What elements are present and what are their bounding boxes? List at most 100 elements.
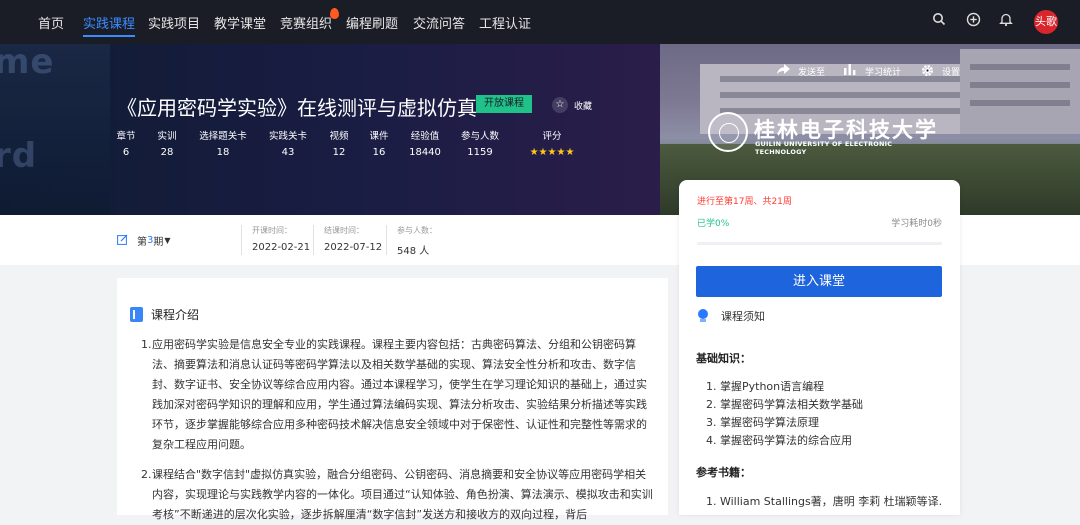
paragraph-number: 2. — [141, 468, 152, 481]
stat-label: 参与人数 — [460, 131, 499, 142]
learning-progress-bar — [697, 242, 942, 245]
paragraph-number: 1. — [141, 338, 152, 351]
stat-value: 18440 — [409, 147, 441, 158]
rating-label: 评分 — [542, 131, 562, 142]
nav-teaching-classroom[interactable]: 教学课堂 — [214, 0, 266, 44]
course-notice-link[interactable]: 课程须知 — [697, 308, 765, 324]
list-item: 4. 掌握密码学算法的综合应用 — [706, 434, 852, 447]
term-selector[interactable]: 第3期 ▼ — [117, 233, 171, 248]
list-item: 3. 掌握密码学算法原理 — [706, 416, 819, 429]
divider — [386, 225, 387, 255]
stat-participants: 参与人数 1159 — [458, 128, 502, 158]
end-date-label: 结课时间： — [324, 226, 364, 235]
open-course-badge: 开放课程 — [476, 95, 532, 113]
study-stats-button[interactable]: 学习统计 — [843, 64, 901, 78]
plus-circle-icon[interactable] — [964, 12, 982, 30]
list-item: 1. 掌握Python语言编程 — [706, 380, 825, 393]
nav-practice-projects[interactable]: 实践项目 — [148, 0, 200, 44]
divider — [241, 225, 242, 255]
settings-label: 设置 — [942, 67, 961, 78]
stat-videos: 视频 12 — [324, 128, 354, 158]
list-item: 2. 掌握密码学算法相关数学基础 — [706, 398, 863, 411]
nav-competition[interactable]: 竞赛组织 — [280, 0, 340, 44]
start-date-label: 开课时间： — [252, 226, 292, 235]
stat-label: 实训 — [157, 131, 177, 142]
lightbulb-icon — [697, 309, 709, 323]
paragraph-text: 应用密码学实验是信息安全专业的实践课程。课程主要内容包括：古典密码算法、分组和公… — [152, 338, 647, 451]
term-suffix: 期 — [153, 237, 164, 248]
nav-qa[interactable]: 交流问答 — [413, 0, 465, 44]
start-date-value: 2022-02-21 — [252, 242, 311, 253]
stat-experience: 经验值 18440 — [405, 128, 445, 158]
nav-practice-courses[interactable]: 实践课程 — [83, 0, 136, 44]
settings-button[interactable]: 设置 — [920, 64, 960, 78]
user-avatar[interactable]: 头歌 — [1034, 10, 1058, 34]
basic-knowledge-heading: 基础知识： — [696, 352, 751, 365]
bar-chart-icon — [843, 64, 857, 78]
share-arrow-icon — [776, 64, 790, 78]
stat-label: 选择题关卡 — [199, 131, 247, 142]
study-time: 学习耗时0秒 — [891, 219, 942, 229]
favorite-button[interactable]: ☆ 收藏 — [552, 97, 592, 113]
send-to-label: 发送至 — [798, 67, 826, 78]
reference-item: 1. William Stallings著，唐明 李莉 杜瑞颖等译. — [706, 495, 943, 508]
stat-rating: 评分 ★★★★★ — [518, 128, 586, 158]
term-prefix: 第 — [137, 237, 147, 248]
nav-competition-label: 竞赛组织 — [280, 16, 333, 32]
participants-value: 548 人 — [397, 246, 430, 257]
rating-stars-icon: ★★★★★ — [529, 147, 575, 158]
learned-percent: 已学0% — [697, 219, 730, 229]
course-notice-label: 课程须知 — [721, 310, 765, 323]
participants-count: 参与人数： 548 人 — [397, 225, 437, 257]
stat-value: 43 — [281, 147, 295, 158]
stat-value: 6 — [122, 147, 130, 158]
stat-trainings: 实训 28 — [152, 128, 182, 158]
start-date: 开课时间： 2022-02-21 — [252, 225, 310, 253]
bell-icon[interactable] — [997, 12, 1015, 30]
course-title: 《应用密码学实验》在线测评与虚拟仿真 — [117, 96, 477, 120]
nav-programming[interactable]: 编程刷题 — [346, 0, 398, 44]
paragraph-text: 课程结合"数字信封"虚拟仿真实验，融合分组密码、公钥密码、消息摘要和安全协议等应… — [152, 468, 653, 521]
intro-paragraph-2: 2. 课程结合"数字信封"虚拟仿真实验，融合分组密码、公钥密码、消息摘要和安全协… — [141, 465, 657, 525]
nav-home[interactable]: 首页 — [38, 0, 64, 44]
intro-heading: 课程介绍 — [130, 306, 199, 323]
stat-value: 1159 — [467, 147, 493, 158]
university-seal-icon — [708, 112, 748, 152]
references-heading: 参考书籍： — [696, 466, 751, 479]
stat-value: 18 — [216, 147, 230, 158]
stat-label: 经验值 — [410, 131, 440, 142]
banner-deco-text-2: rd — [0, 136, 38, 176]
stat-value: 12 — [332, 147, 346, 158]
divider — [313, 225, 314, 255]
star-outline-icon: ☆ — [552, 97, 568, 113]
intro-title: 课程介绍 — [151, 308, 200, 322]
university-logo: 桂林电子科技大学 GUILIN UNIVERSITY OF ELECTRONIC… — [708, 112, 938, 156]
participants-label: 参与人数： — [397, 226, 437, 235]
stat-label: 视频 — [329, 131, 349, 142]
enter-classroom-button[interactable]: 进入课堂 — [696, 266, 942, 297]
hot-flame-icon — [330, 8, 340, 19]
caret-down-icon: ▼ — [164, 236, 171, 245]
book-icon — [130, 307, 143, 322]
nav-engineering-cert[interactable]: 工程认证 — [479, 0, 531, 44]
banner-deco-text-1: me — [0, 44, 55, 82]
stat-label: 课件 — [369, 131, 389, 142]
university-name-en: GUILIN UNIVERSITY OF ELECTRONIC TECHNOLO… — [755, 140, 893, 156]
stat-value: 16 — [372, 147, 386, 158]
stat-value: 28 — [160, 147, 174, 158]
banner-actions: 发送至 学习统计 设置 — [776, 64, 976, 80]
end-date-value: 2022-07-12 — [324, 242, 383, 253]
send-to-button[interactable]: 发送至 — [776, 64, 825, 78]
stat-label: 章节 — [116, 131, 136, 142]
end-date: 结课时间： 2022-07-12 — [324, 225, 382, 253]
week-progress-text: 进行至第17周、共21周 — [697, 197, 792, 207]
basic-knowledge-list: 1. 掌握Python语言编程 2. 掌握密码学算法相关数学基础 3. 掌握密码… — [706, 378, 863, 450]
edit-icon — [117, 234, 128, 248]
stat-chapters: 章节 6 — [112, 128, 140, 158]
stat-practice-levels: 实践关卡 43 — [266, 128, 310, 158]
study-stats-label: 学习统计 — [865, 67, 902, 78]
search-icon[interactable] — [930, 12, 948, 30]
course-intro-panel: 课程介绍 1. 应用密码学实验是信息安全专业的实践课程。课程主要内容包括：古典密… — [117, 278, 668, 521]
stat-label: 实践关卡 — [268, 131, 307, 142]
course-side-card: 进行至第17周、共21周 已学0% 学习耗时0秒 进入课堂 课程须知 基础知识：… — [679, 180, 960, 515]
